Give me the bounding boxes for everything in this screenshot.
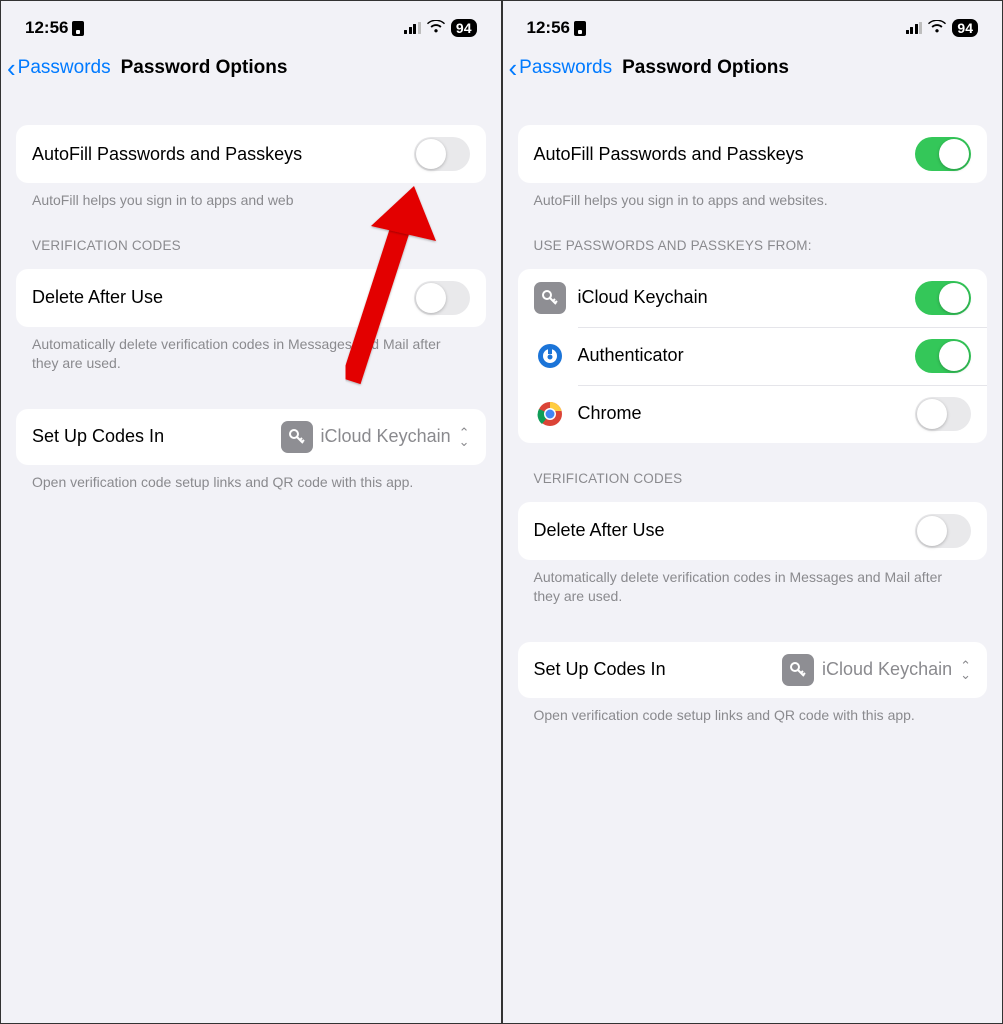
- phone-left: 12:56 94 ‹ Passwords Password Options Au…: [0, 0, 502, 1024]
- status-time: 12:56: [527, 18, 570, 38]
- providers-group: iCloud Keychain Authenticator: [518, 269, 988, 443]
- battery-level: 94: [451, 19, 477, 37]
- autofill-label: AutoFill Passwords and Passkeys: [534, 144, 804, 165]
- provider-label: Chrome: [578, 403, 642, 424]
- provider-icloud-toggle[interactable]: [915, 281, 971, 315]
- autofill-label: AutoFill Passwords and Passkeys: [32, 144, 302, 165]
- verification-header: VERIFICATION CODES: [16, 210, 486, 261]
- verification-group: Delete After Use: [16, 269, 486, 327]
- setup-codes-selector[interactable]: iCloud Keychain ⌃⌄: [782, 654, 971, 686]
- page-title: Password Options: [622, 57, 789, 79]
- status-bar: 12:56 94: [503, 1, 1003, 49]
- verification-footer: Automatically delete verification codes …: [518, 560, 988, 606]
- sim-icon: [574, 21, 586, 36]
- setup-codes-group: Set Up Codes In iCloud Keychain ⌃⌄: [16, 409, 486, 465]
- setup-codes-cell[interactable]: Set Up Codes In iCloud Keychain ⌃⌄: [16, 409, 486, 465]
- autofill-footer: AutoFill helps you sign in to apps and w…: [16, 183, 486, 210]
- nav-bar: ‹ Passwords Password Options: [503, 49, 1003, 93]
- nav-bar: ‹ Passwords Password Options: [1, 49, 501, 93]
- autofill-cell[interactable]: AutoFill Passwords and Passkeys: [16, 125, 486, 183]
- updown-icon: ⌃⌄: [960, 661, 971, 679]
- autofill-footer: AutoFill helps you sign in to apps and w…: [518, 183, 988, 210]
- back-button[interactable]: ‹ Passwords: [509, 55, 613, 81]
- chevron-left-icon: ‹: [7, 55, 16, 81]
- autofill-group: AutoFill Passwords and Passkeys: [16, 125, 486, 183]
- provider-chrome[interactable]: Chrome: [518, 385, 988, 443]
- cellular-signal-icon: [404, 22, 421, 34]
- status-bar: 12:56 94: [1, 1, 501, 49]
- verification-header: VERIFICATION CODES: [518, 443, 988, 494]
- provider-chrome-toggle[interactable]: [915, 397, 971, 431]
- delete-after-use-cell[interactable]: Delete After Use: [518, 502, 988, 560]
- setup-codes-group: Set Up Codes In iCloud Keychain ⌃⌄: [518, 642, 988, 698]
- delete-after-use-toggle[interactable]: [414, 281, 470, 315]
- autofill-cell[interactable]: AutoFill Passwords and Passkeys: [518, 125, 988, 183]
- key-icon: [782, 654, 814, 686]
- wifi-icon: [427, 18, 445, 38]
- setup-codes-footer: Open verification code setup links and Q…: [518, 698, 988, 725]
- chevron-left-icon: ‹: [509, 55, 518, 81]
- updown-icon: ⌃⌄: [459, 428, 470, 446]
- provider-label: iCloud Keychain: [578, 287, 708, 308]
- setup-codes-value: iCloud Keychain: [321, 426, 451, 447]
- wifi-icon: [928, 18, 946, 38]
- back-label: Passwords: [18, 57, 111, 79]
- authenticator-icon: [534, 340, 566, 372]
- back-label: Passwords: [519, 57, 612, 79]
- setup-codes-cell[interactable]: Set Up Codes In iCloud Keychain ⌃⌄: [518, 642, 988, 698]
- setup-codes-label: Set Up Codes In: [534, 659, 666, 680]
- key-icon: [534, 282, 566, 314]
- delete-after-use-toggle[interactable]: [915, 514, 971, 548]
- verification-footer: Automatically delete verification codes …: [16, 327, 486, 373]
- battery-level: 94: [952, 19, 978, 37]
- provider-authenticator-toggle[interactable]: [915, 339, 971, 373]
- cellular-signal-icon: [906, 22, 923, 34]
- setup-codes-selector[interactable]: iCloud Keychain ⌃⌄: [281, 421, 470, 453]
- autofill-group: AutoFill Passwords and Passkeys: [518, 125, 988, 183]
- status-time: 12:56: [25, 18, 68, 38]
- autofill-toggle[interactable]: [414, 137, 470, 171]
- chrome-icon: [534, 398, 566, 430]
- provider-icloud-keychain[interactable]: iCloud Keychain: [518, 269, 988, 327]
- sim-icon: [72, 21, 84, 36]
- provider-label: Authenticator: [578, 345, 684, 366]
- autofill-toggle[interactable]: [915, 137, 971, 171]
- phone-right: 12:56 94 ‹ Passwords Password Options Au…: [502, 0, 1003, 1024]
- key-icon: [281, 421, 313, 453]
- delete-after-use-label: Delete After Use: [32, 287, 163, 308]
- verification-group: Delete After Use: [518, 502, 988, 560]
- delete-after-use-label: Delete After Use: [534, 520, 665, 541]
- setup-codes-footer: Open verification code setup links and Q…: [16, 465, 486, 492]
- page-title: Password Options: [121, 57, 288, 79]
- back-button[interactable]: ‹ Passwords: [7, 55, 111, 81]
- setup-codes-value: iCloud Keychain: [822, 659, 952, 680]
- delete-after-use-cell[interactable]: Delete After Use: [16, 269, 486, 327]
- provider-authenticator[interactable]: Authenticator: [518, 327, 988, 385]
- setup-codes-label: Set Up Codes In: [32, 426, 164, 447]
- providers-header: USE PASSWORDS AND PASSKEYS FROM:: [518, 210, 988, 261]
